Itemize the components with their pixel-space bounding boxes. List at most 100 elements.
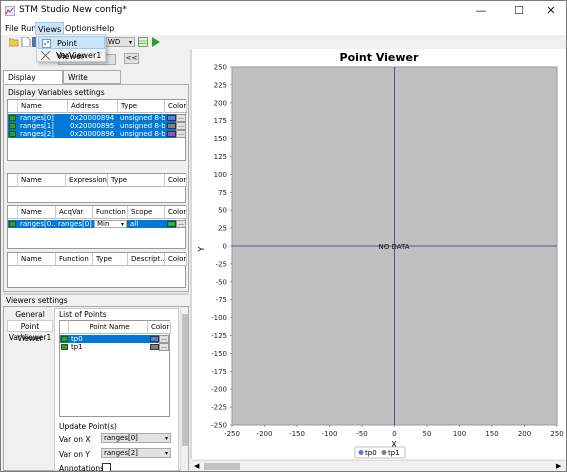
table-row[interactable]: tp0 ... — [60, 335, 169, 343]
views-menu-item-varviewer1[interactable]: VarViewer1 — [38, 49, 105, 62]
column-header[interactable]: Type — [118, 100, 165, 113]
x-tick-label: -250 — [224, 430, 240, 438]
color-swatch[interactable] — [150, 336, 159, 342]
var-on-x-select[interactable]: ranges[0] ▾ — [101, 433, 171, 443]
column-header[interactable]: Name — [18, 206, 56, 219]
chevron-down-icon: ▾ — [164, 435, 168, 442]
y-tick-label: -200 — [211, 386, 227, 394]
y-tick-label: 75 — [218, 189, 227, 197]
color-swatch[interactable] — [167, 115, 176, 121]
tab-write-variables[interactable]: Write Variables — [63, 70, 121, 95]
maximize-button[interactable]: ☐ — [502, 1, 536, 21]
close-button[interactable]: ✕ — [534, 1, 566, 21]
viewers-list-item[interactable]: VarViewer1 — [7, 332, 53, 344]
scrollbar-thumb[interactable] — [204, 463, 240, 470]
column-header[interactable]: Name — [18, 174, 66, 187]
table-row[interactable]: ranges[0... ranges[0] Min ▾ all ... — [8, 220, 186, 228]
expressions-table: Name Expression Type Color — [7, 173, 187, 203]
scrollbar-thumb[interactable] — [182, 314, 188, 446]
new-file-icon[interactable] — [21, 37, 31, 47]
x-tick-label: 150 — [485, 430, 498, 438]
column-header[interactable]: Point Name — [69, 321, 148, 334]
table-row[interactable]: ranges[1] 0x20000895 unsigned 8-bit ... — [8, 122, 186, 130]
variable-name: ranges[1] — [20, 122, 54, 130]
table-view-icon[interactable] — [138, 37, 148, 47]
variable-address: 0x20000895 — [70, 122, 115, 130]
mode-select[interactable]: WD ▾ — [105, 37, 135, 47]
color-picker-button[interactable]: ... — [176, 114, 186, 122]
column-header[interactable]: Name — [18, 100, 68, 113]
acquisition-table: Name AcqVar Function Scope Color ranges[… — [7, 205, 187, 249]
point-icon — [61, 336, 68, 342]
table-row[interactable]: ranges[0] 0x20000894 unsigned 8-bit ... — [8, 114, 186, 122]
y-tick-label: -100 — [211, 314, 227, 322]
column-header[interactable]: Color — [165, 174, 187, 187]
color-swatch[interactable] — [167, 221, 176, 227]
run-play-icon[interactable] — [151, 37, 161, 47]
chevron-down-icon: ▾ — [164, 450, 168, 457]
y-axis-label: Y — [197, 246, 206, 252]
color-picker-button[interactable]: ... — [176, 122, 186, 130]
column-header[interactable]: Type — [93, 253, 128, 266]
x-tick-label: 100 — [453, 430, 466, 438]
var-on-y-select[interactable]: ranges[2] ▾ — [101, 448, 171, 458]
nav-back-button[interactable]: << — [124, 53, 139, 64]
column-header[interactable]: Type — [108, 174, 165, 187]
column-header[interactable]: Color — [148, 321, 171, 334]
display-settings-title: Display Variables settings — [8, 88, 105, 97]
variable-name: ranges[2] — [20, 130, 54, 138]
mode-select-value: WD — [108, 38, 121, 46]
table-header-corner — [60, 321, 69, 334]
color-picker-button[interactable]: ... — [159, 335, 169, 343]
column-header[interactable]: Scope — [128, 206, 165, 219]
column-header[interactable]: Address — [68, 100, 118, 113]
horizontal-scrollbar[interactable]: ◀ ▶ — [192, 460, 566, 471]
color-swatch[interactable] — [167, 131, 176, 137]
x-tick-label: 250 — [550, 430, 563, 438]
views-menu-item-point-viewer[interactable]: Point Viewer — [38, 36, 105, 61]
x-tick-label: -200 — [257, 430, 273, 438]
table-row[interactable]: ranges[2] 0x20000896 unsigned 8-bit ... — [8, 130, 186, 138]
vertical-scrollbar[interactable] — [180, 308, 188, 471]
column-header[interactable]: Color — [165, 253, 187, 266]
x-tick-label: 0 — [392, 430, 396, 438]
column-header[interactable]: Color — [165, 100, 187, 113]
column-header[interactable]: Expression — [66, 174, 108, 187]
open-folder-icon[interactable] — [9, 37, 19, 47]
viewers-list-item[interactable]: Point Viewer — [7, 320, 53, 343]
display-variables-panel: Display Variables settings Name Address … — [3, 84, 189, 292]
column-header[interactable]: Function — [93, 206, 128, 219]
menu-file[interactable]: File — [3, 22, 20, 35]
color-swatch[interactable] — [150, 344, 159, 350]
y-tick-label: 100 — [214, 171, 227, 179]
table-header-corner — [8, 253, 18, 266]
panel-splitter[interactable] — [3, 293, 189, 295]
scroll-left-arrow-icon[interactable]: ◀ — [194, 462, 199, 470]
color-picker-button[interactable]: ... — [176, 130, 186, 138]
legend-marker — [381, 450, 387, 455]
chevron-down-icon: ▾ — [120, 221, 124, 228]
acq-scope: all — [130, 220, 139, 228]
point-viewer-icon — [42, 39, 51, 48]
scroll-right-arrow-icon[interactable]: ▶ — [556, 462, 561, 470]
function-select[interactable]: Min ▾ — [94, 220, 127, 228]
column-header[interactable]: Function — [56, 253, 93, 266]
color-picker-button[interactable]: ... — [159, 343, 169, 351]
color-picker-button[interactable]: ... — [176, 220, 186, 228]
y-tick-label: 250 — [214, 64, 227, 72]
var-on-x-value: ranges[0] — [104, 434, 138, 442]
points-table: Point Name Color tp0 ... tp1 ... — [59, 320, 171, 417]
point-name: tp1 — [71, 343, 83, 351]
chart-title: Point Viewer — [340, 51, 419, 64]
column-header[interactable]: Name — [18, 253, 56, 266]
column-header[interactable]: Descript... — [128, 253, 165, 266]
table-row[interactable]: tp1 ... — [60, 343, 169, 351]
minimize-button[interactable]: — — [464, 1, 498, 21]
annotations-checkbox[interactable] — [102, 463, 111, 471]
column-header[interactable]: AcqVar — [56, 206, 93, 219]
color-swatch[interactable] — [167, 123, 176, 129]
tab-display-variables[interactable]: Display Variables — [3, 70, 63, 95]
variable-type-icon — [9, 123, 16, 129]
no-data-label: NO DATA — [378, 243, 409, 251]
column-header[interactable]: Color — [165, 206, 187, 219]
